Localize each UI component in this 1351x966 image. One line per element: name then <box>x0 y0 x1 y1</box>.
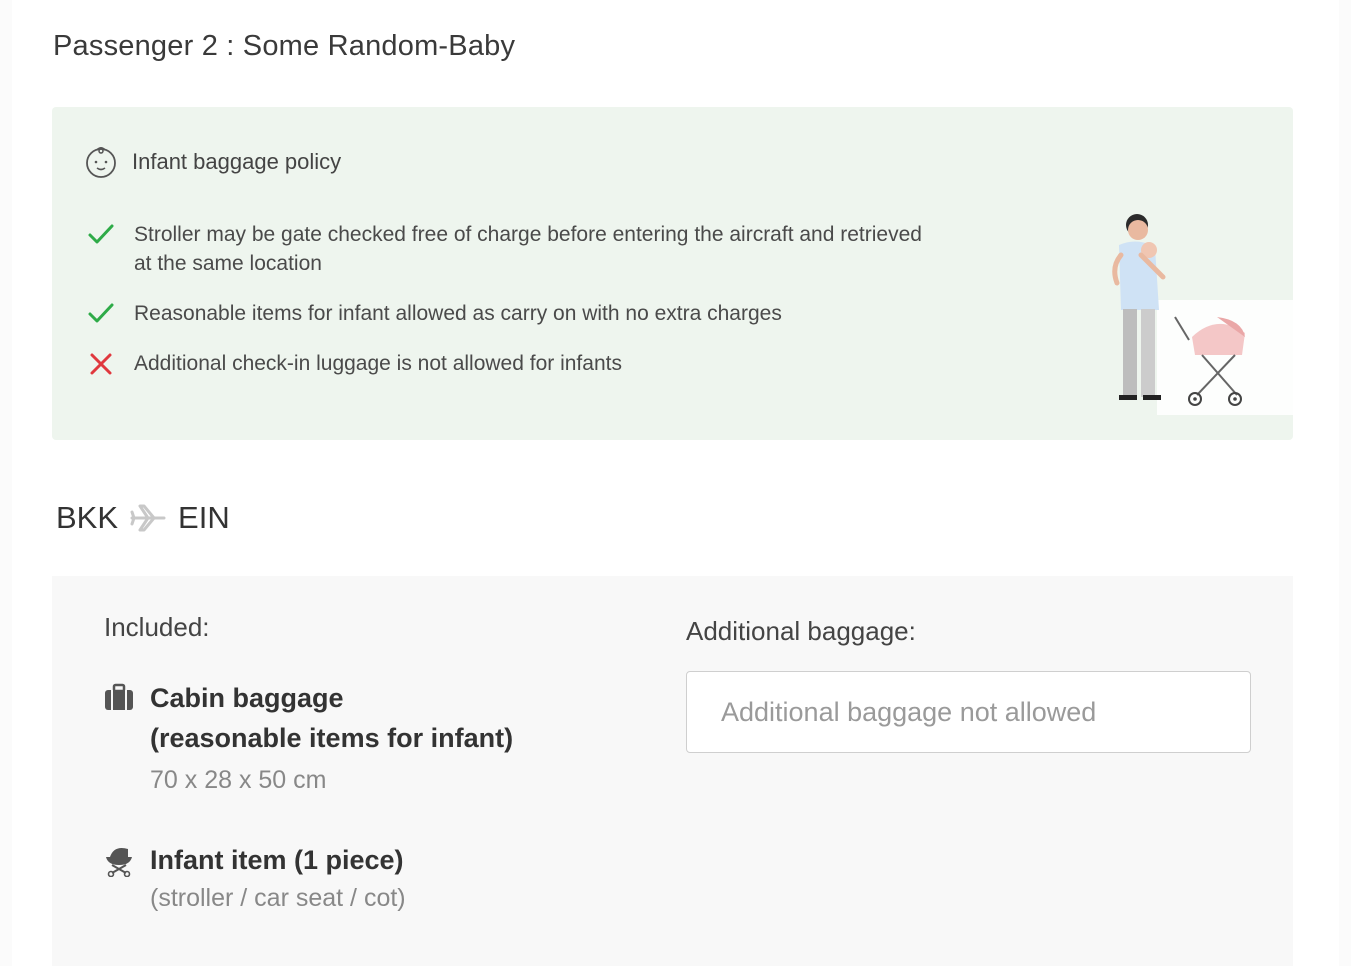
page-edge-left <box>0 0 12 966</box>
policy-item-text: Stroller may be gate checked free of cha… <box>134 223 922 275</box>
baggage-panel: Included: Cabin baggage (reasonable item… <box>52 576 1293 966</box>
check-icon <box>88 224 114 244</box>
policy-item-text: Additional check-in luggage is not allow… <box>134 352 622 375</box>
passenger-title: Passenger 2 : Some Random-Baby <box>53 30 516 62</box>
infant-item: Infant item (1 piece) (stroller / car se… <box>102 840 406 916</box>
cabin-baggage-title: Cabin baggage <box>150 683 344 713</box>
infant-item-subtitle: (stroller / car seat / cot) <box>150 884 406 912</box>
infant-item-text: Infant item (1 piece) (stroller / car se… <box>150 840 406 916</box>
included-label: Included: <box>104 612 210 642</box>
route-destination: EIN <box>178 500 230 535</box>
parent-with-baby-and-stroller-illustration <box>1112 214 1317 415</box>
page-edge-right <box>1339 0 1351 966</box>
policy-header: Infant baggage policy <box>84 145 341 179</box>
cabin-baggage-dimensions: 70 x 28 x 50 cm <box>150 766 327 794</box>
cabin-baggage-text: Cabin baggage (reasonable items for infa… <box>150 678 513 798</box>
policy-item-stroller: Stroller may be gate checked free of cha… <box>86 220 934 278</box>
infant-baggage-policy-panel: Infant baggage policy Stroller may be ga… <box>52 107 1317 440</box>
additional-baggage-label: Additional baggage: <box>686 616 916 646</box>
cabin-baggage-item: Cabin baggage (reasonable items for infa… <box>102 678 513 798</box>
plane-icon <box>130 504 166 532</box>
additional-baggage-select[interactable]: Additional baggage not allowed <box>686 671 1251 753</box>
policy-item-text: Reasonable items for infant allowed as c… <box>134 302 782 325</box>
route-header: BKK EIN <box>56 500 230 536</box>
cross-icon <box>90 353 112 375</box>
additional-baggage-value: Additional baggage not allowed <box>721 696 1097 727</box>
cabin-baggage-title-note: (reasonable items for infant) <box>150 723 514 753</box>
infant-item-title: Infant item (1 piece) <box>150 845 404 875</box>
check-icon <box>88 303 114 323</box>
policy-item-carry-on: Reasonable items for infant allowed as c… <box>86 299 934 329</box>
policy-title: Infant baggage policy <box>132 149 342 174</box>
baby-icon <box>86 147 116 178</box>
policy-item-check-in: Additional check-in luggage is not allow… <box>86 349 934 379</box>
route-origin: BKK <box>56 500 119 535</box>
stroller-icon <box>106 848 132 877</box>
suitcase-icon <box>105 683 133 710</box>
